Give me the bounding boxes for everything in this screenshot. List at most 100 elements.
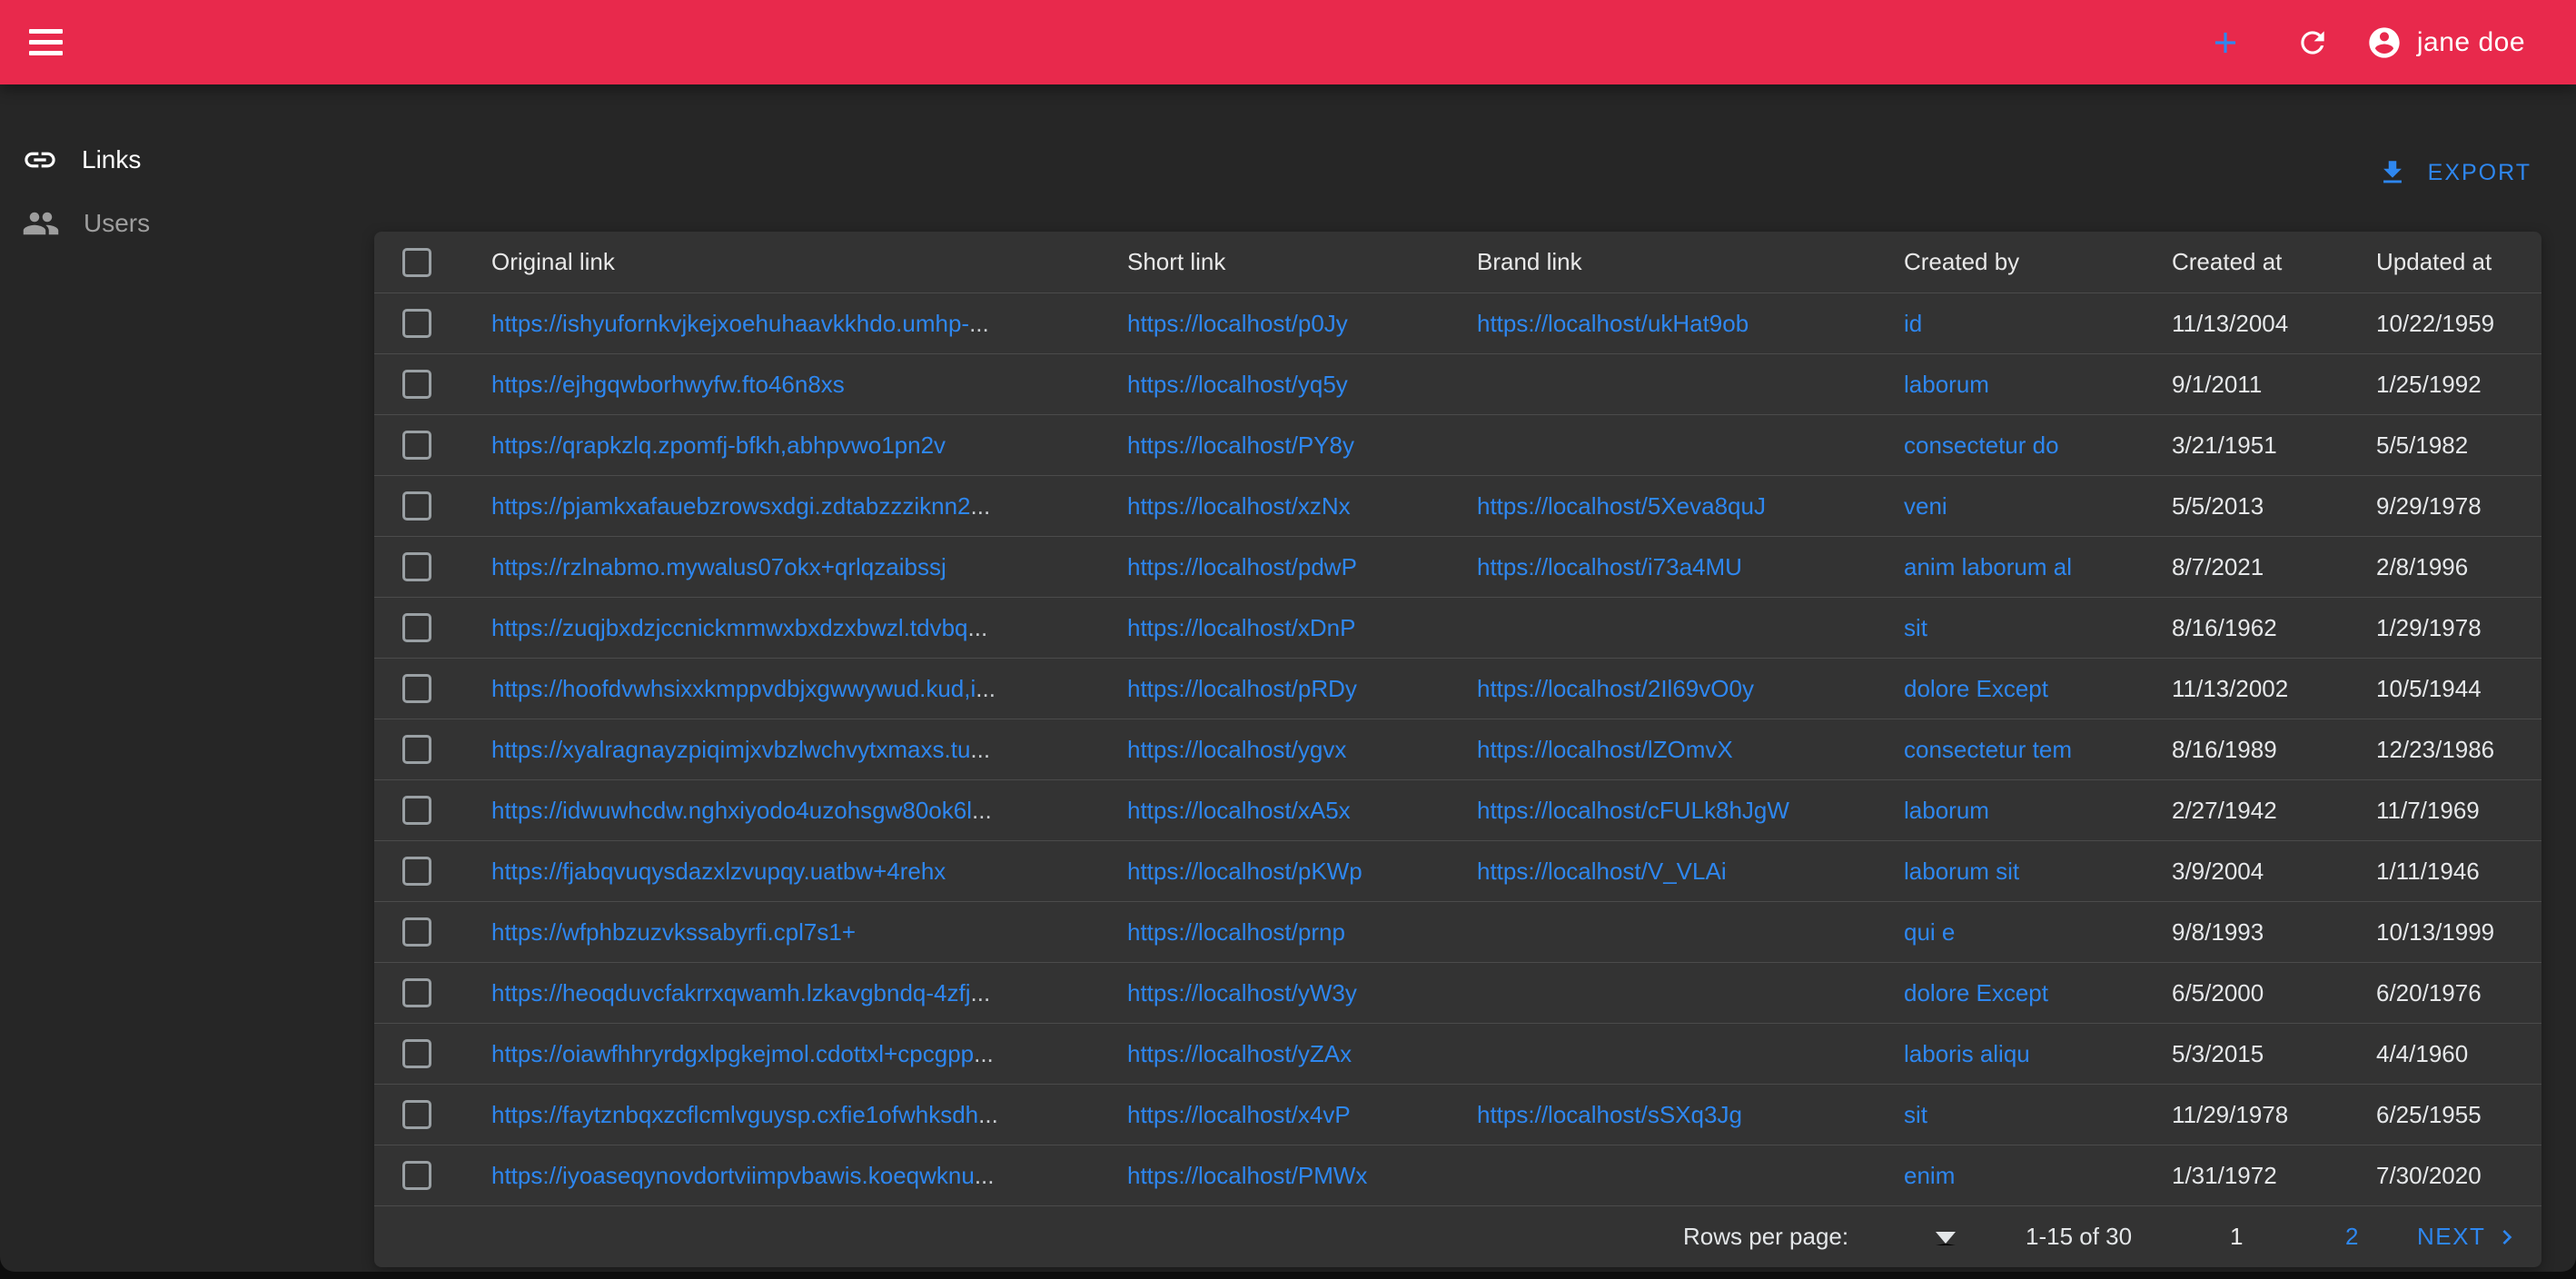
created-by-link[interactable]: qui e [1904,918,1955,946]
header-checkbox[interactable] [402,248,431,277]
brand-link[interactable]: https://localhost/ukHat9ob [1477,310,1749,337]
created-by-link[interactable]: dolore Except [1904,675,2048,702]
short-link-cell: https://localhost/xzNx [1113,492,1462,521]
original-link[interactable]: https://fjabqvuqysdazxlzvupqy.uatbw+4reh… [491,858,946,885]
rows-per-page-select dropdown-caret-icon[interactable] [1936,1232,1956,1245]
created-by-link[interactable]: consectetur do [1904,431,2059,459]
brand-link[interactable]: https://localhost/cFULk8hJgW [1477,797,1789,824]
refresh-icon[interactable] [2295,25,2330,60]
row-checkbox[interactable] [402,491,431,521]
row-checkbox[interactable] [402,552,431,581]
created-by-link[interactable]: id [1904,310,1922,337]
menu-icon[interactable] [29,25,69,61]
brand-link[interactable]: https://localhost/lZOmvX [1477,736,1733,763]
short-link-cell: https://localhost/pKWp [1113,858,1462,886]
original-link[interactable]: https://idwuwhcdw.nghxiyodo4uzohsgw80ok6… [491,797,972,824]
user-menu[interactable]: jane doe [2366,25,2525,61]
short-link[interactable]: https://localhost/x4vP [1127,1101,1351,1128]
pagination-bar: Rows per page: 1-15 of 30 1 2 NEXT [374,1206,2541,1267]
updated-at: 6/20/1976 [2362,979,2541,1007]
created-by-link[interactable]: consectetur tem [1904,736,2072,763]
row-checkbox[interactable] [402,431,431,460]
short-link[interactable]: https://localhost/yq5y [1127,371,1348,398]
row-checkbox[interactable] [402,613,431,642]
short-link[interactable]: https://localhost/p0Jy [1127,310,1348,337]
original-link[interactable]: https://ejhgqwborhwyfw.fto46n8xs [491,371,845,398]
created-by-link[interactable]: anim laborum al [1904,553,2072,580]
brand-link[interactable]: https://localhost/V_VLAi [1477,858,1727,885]
original-link[interactable]: https://ishyufornkvjkejxoehuhaavkkhdo.um… [491,310,969,337]
short-link[interactable]: https://localhost/pdwP [1127,553,1357,580]
created-at: 8/16/1989 [2157,736,2362,764]
short-link[interactable]: https://localhost/yW3y [1127,979,1357,1006]
sidebar-item-users[interactable]: Users [0,192,368,255]
created-by-link[interactable]: laboris aliqu [1904,1040,2030,1067]
short-link[interactable]: https://localhost/xDnP [1127,614,1355,641]
links-table: Original link Short link Brand link Crea… [374,232,2541,1267]
add-icon[interactable] [2208,25,2243,60]
brand-link[interactable]: https://localhost/i73a4MU [1477,553,1742,580]
created-by-link-cell: enim [1889,1162,2157,1190]
original-link[interactable]: https://zuqjbxdzjccnickmmwxbxdzxbwzl.tdv… [491,614,968,641]
original-link[interactable]: https://oiawfhhryrdgxlpgkejmol.cdottxl+c… [491,1040,974,1067]
row-checkbox[interactable] [402,857,431,886]
created-by-link[interactable]: enim [1904,1162,1955,1189]
brand-link-cell: https://localhost/ukHat9ob [1462,310,1889,338]
short-link[interactable]: https://localhost/PY8y [1127,431,1354,459]
row-checkbox[interactable] [402,735,431,764]
export-button[interactable]: EXPORT [2377,145,2531,200]
short-link[interactable]: https://localhost/yZAx [1127,1040,1352,1067]
brand-link[interactable]: https://localhost/2Il69vO0y [1477,675,1754,702]
row-checkbox[interactable] [402,1161,431,1190]
original-link[interactable]: https://heoqduvcfakrrxqwamh.lzkavgbndq-4… [491,979,971,1006]
table-row: https://rzlnabmo.mywalus07okx+qrlqzaibss… [374,537,2541,598]
row-checkbox[interactable] [402,978,431,1007]
original-link[interactable]: https://hoofdvwhsixxkmppvdbjxgwwywud.kud… [491,675,976,702]
short-link[interactable]: https://localhost/ygvx [1127,736,1346,763]
created-by-link[interactable]: laborum [1904,797,1989,824]
short-link[interactable]: https://localhost/prnp [1127,918,1345,946]
created-at: 8/16/1962 [2157,614,2362,642]
created-by-link[interactable]: veni [1904,492,1947,520]
row-checkbox[interactable] [402,917,431,947]
brand-link[interactable]: https://localhost/5Xeva8quJ [1477,492,1766,520]
page-button-1[interactable]: 1 [2230,1223,2243,1251]
created-by-link-cell: laborum [1889,797,2157,825]
brand-link[interactable]: https://localhost/sSXq3Jg [1477,1101,1742,1128]
short-link[interactable]: https://localhost/xA5x [1127,797,1351,824]
short-link[interactable]: https://localhost/xzNx [1127,492,1351,520]
created-by-link[interactable]: dolore Except [1904,979,2048,1006]
short-link-cell: https://localhost/xA5x [1113,797,1462,825]
short-link[interactable]: https://localhost/pKWp [1127,858,1362,885]
original-link-cell: https://qrapkzlq.zpomfj-bfkh,abhpvwo1pn2… [477,431,1113,460]
updated-at: 2/8/1996 [2362,553,2541,581]
row-checkbox[interactable] [402,796,431,825]
row-checkbox[interactable] [402,674,431,703]
row-checkbox[interactable] [402,370,431,399]
short-link[interactable]: https://localhost/PMWx [1127,1162,1367,1189]
row-checkbox[interactable] [402,1039,431,1068]
original-link-cell: https://heoqduvcfakrrxqwamh.lzkavgbndq-4… [477,979,1113,1007]
original-link[interactable]: https://qrapkzlq.zpomfj-bfkh,abhpvwo1pn2… [491,431,946,459]
original-link[interactable]: https://iyoaseqynovdortviimpvbawis.koeqw… [491,1162,975,1189]
original-link-cell: https://rzlnabmo.mywalus07okx+qrlqzaibss… [477,553,1113,581]
short-link[interactable]: https://localhost/pRDy [1127,675,1357,702]
created-by-link[interactable]: laborum sit [1904,858,2019,885]
row-checkbox[interactable] [402,309,431,338]
created-by-link[interactable]: laborum [1904,371,1989,398]
page-button-2[interactable]: 2 [2345,1223,2358,1251]
original-link[interactable]: https://rzlnabmo.mywalus07okx+qrlqzaibss… [491,553,946,580]
sidebar-item-links[interactable]: Links [0,128,368,192]
row-checkbox[interactable] [402,1100,431,1129]
chevron-right-icon [2492,1223,2522,1252]
table-row: https://oiawfhhryrdgxlpgkejmol.cdottxl+c… [374,1024,2541,1085]
created-at: 9/8/1993 [2157,918,2362,947]
created-by-link[interactable]: sit [1904,614,1927,641]
original-link[interactable]: https://xyalragnayzpiqimjxvbzlwchvytxmax… [491,736,970,763]
original-link[interactable]: https://pjamkxafauebzrowsxdgi.zdtabzzzik… [491,492,971,520]
created-by-link[interactable]: sit [1904,1101,1927,1128]
next-page-button[interactable]: NEXT [2417,1223,2522,1252]
original-link[interactable]: https://faytznbqxzcflcmlvguysp.cxfie1ofw… [491,1101,978,1128]
brand-link-cell: https://localhost/2Il69vO0y [1462,675,1889,703]
original-link[interactable]: https://wfphbzuzvkssabyrfi.cpl7s1+ [491,918,856,946]
